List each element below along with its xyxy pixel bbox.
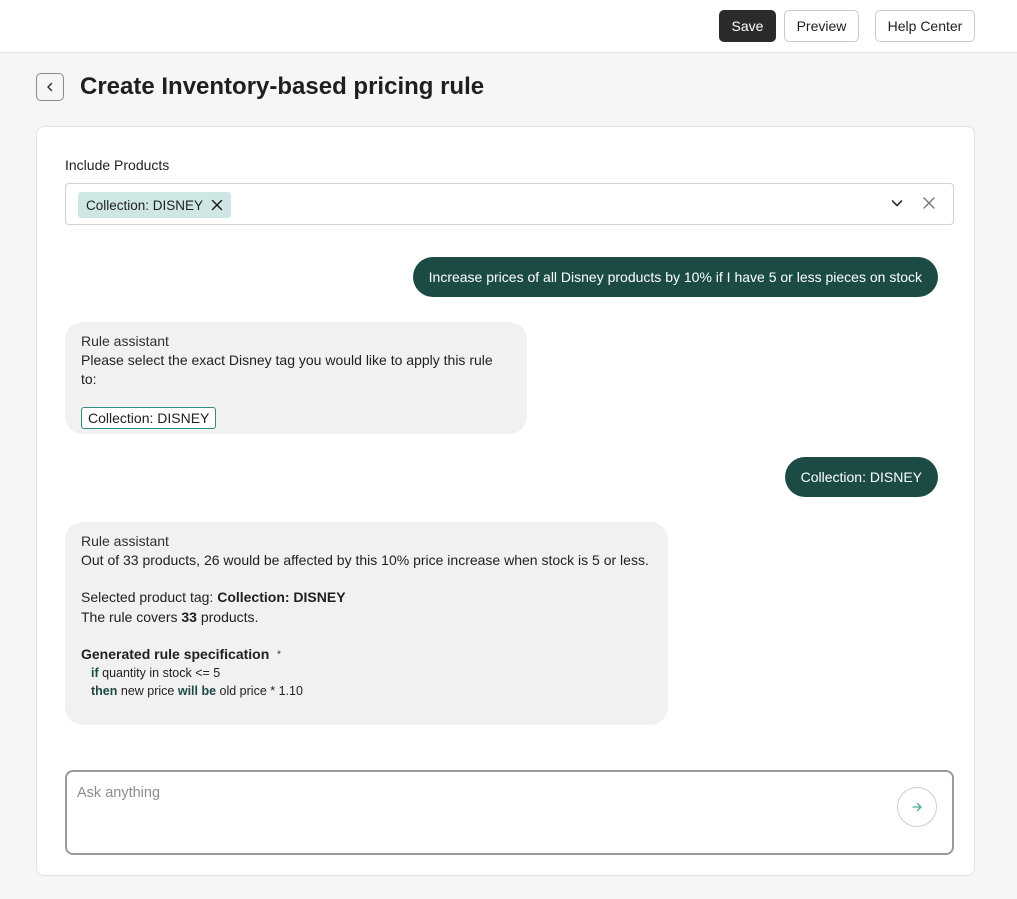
rule-card: Include Products Collection: DISNEY Incr… [36, 126, 975, 876]
chevron-down-icon[interactable] [890, 196, 904, 215]
include-products-label: Include Products [65, 157, 170, 173]
spec-then-subject: new price [117, 684, 178, 698]
spec-if-keyword: if [91, 666, 99, 680]
selected-tag-value: Collection: DISNEY [217, 589, 346, 605]
user-message: Collection: DISNEY [784, 457, 938, 497]
spec-if-condition: quantity in stock <= 5 [98, 666, 221, 680]
close-icon[interactable] [211, 199, 223, 211]
assistant-name: Rule assistant [81, 333, 169, 349]
covers-line: The rule covers 33 products. [81, 607, 652, 627]
spec-title-text: Generated rule specification [81, 646, 270, 662]
save-button[interactable]: Save [719, 10, 776, 42]
spec-then-expression: old price * 1.10 [216, 684, 303, 698]
user-message: Increase prices of all Disney products b… [412, 257, 938, 297]
back-button[interactable] [36, 73, 64, 101]
clear-icon[interactable] [922, 196, 936, 215]
tag-option-button[interactable]: Collection: DISNEY [81, 407, 217, 429]
selected-tag-line: Selected product tag: Collection: DISNEY [81, 587, 652, 607]
top-bar: Save Preview Help Center [0, 0, 1017, 53]
page-title: Create Inventory-based pricing rule [80, 73, 485, 100]
assistant-summary: Out of 33 products, 26 would be affected… [81, 552, 649, 568]
spec-then-line: then new price will be old price * 1.10 [81, 682, 652, 700]
covers-suffix: products. [196, 609, 259, 625]
assistant-message: Rule assistant Please select the exact D… [65, 322, 527, 434]
chip-label: Collection: DISNEY [86, 197, 204, 213]
assistant-message: Rule assistant Out of 33 products, 26 wo… [65, 522, 668, 725]
ask-input[interactable] [77, 782, 877, 804]
spec-star: * [277, 649, 281, 659]
selected-tag-prefix: Selected product tag: [81, 589, 218, 605]
spec-if-line: if quantity in stock <= 5 [81, 664, 652, 682]
covers-count: 33 [181, 609, 197, 625]
selected-collection-chip: Collection: DISNEY [78, 192, 232, 218]
include-products-select[interactable]: Collection: DISNEY [65, 183, 954, 225]
help-center-button[interactable]: Help Center [875, 10, 975, 42]
assistant-text: Please select the exact Disney tag you w… [81, 352, 493, 387]
covers-prefix: The rule covers [81, 609, 182, 625]
spec-title: Generated rule specification * [81, 644, 652, 664]
spec-will-be-keyword: will be [177, 684, 217, 698]
assistant-name: Rule assistant [81, 533, 169, 549]
preview-button[interactable]: Preview [784, 10, 859, 42]
send-button[interactable] [897, 787, 937, 827]
chat-composer [65, 770, 954, 855]
spec-then-keyword: then [91, 684, 118, 698]
arrow-right-icon [912, 802, 922, 812]
chevron-left-icon [47, 82, 53, 92]
